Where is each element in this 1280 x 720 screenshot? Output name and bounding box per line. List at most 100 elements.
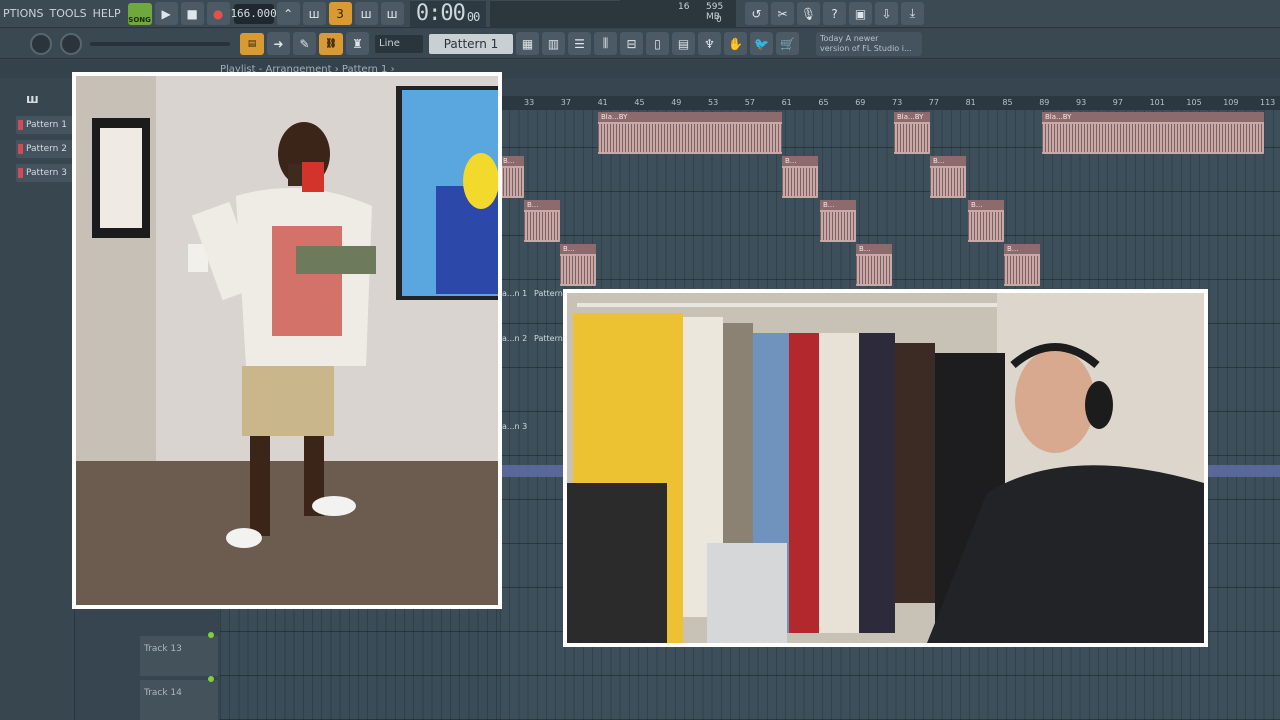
scissors-icon: ✂ <box>777 6 788 21</box>
audio-clip[interactable]: B... <box>782 156 818 198</box>
snap-mode-icon: ▤ <box>247 38 257 49</box>
countdown-button[interactable]: 3 <box>328 2 352 25</box>
track-14-led[interactable] <box>208 676 214 682</box>
stamp-icon: ♜ <box>352 36 363 51</box>
tempo-display[interactable]: 166.000 <box>230 3 277 24</box>
ruler-tick: 49 <box>671 98 682 107</box>
snap-mode-button[interactable]: ▤ <box>240 32 264 55</box>
audio-clip[interactable]: B... <box>930 156 966 198</box>
waveform <box>598 124 782 152</box>
pattern-item[interactable]: Pattern 1 <box>16 116 74 134</box>
piano-roll-button[interactable]: ▥ <box>542 32 565 55</box>
waveform <box>500 168 524 196</box>
pattern-item[interactable]: Pattern 2 <box>16 140 74 158</box>
countdown-icon: 3 <box>336 6 344 21</box>
menu-help[interactable]: HELP <box>90 7 124 20</box>
audio-clip[interactable]: B... <box>524 200 560 242</box>
news-panel[interactable]: Today A newer version of FL Studio i... <box>816 32 922 56</box>
lane-label: a...n 2 <box>502 334 528 343</box>
download-button[interactable]: ⤓ <box>901 2 924 25</box>
pattern-item[interactable]: Pattern 3 <box>16 164 74 182</box>
audio-clip[interactable]: Bla...BY <box>1042 112 1264 154</box>
plugin-icon: ▯ <box>654 36 661 51</box>
output-monitor <box>489 0 620 27</box>
audio-clip[interactable]: Bla...BY <box>894 112 930 154</box>
lane-label: Pattern <box>534 334 563 343</box>
pattern-selector[interactable]: Pattern 1 <box>429 33 513 54</box>
mixer-button[interactable]: ⫼ <box>594 32 617 55</box>
undo-button[interactable]: ↺ <box>745 2 768 25</box>
export-icon: ⇩ <box>881 6 892 21</box>
audio-clip[interactable]: B... <box>1004 244 1040 286</box>
time-display[interactable]: 0:00 00 <box>409 0 486 27</box>
link-tool-button[interactable]: ⛓ <box>319 32 343 55</box>
menu-tools[interactable]: TOOLS <box>46 7 89 20</box>
time-main: 0:00 <box>415 1 466 26</box>
record-button[interactable]: ● <box>206 2 230 25</box>
ruler-tick: 109 <box>1223 98 1239 107</box>
ruler-tick: 113 <box>1260 98 1276 107</box>
ruler-tick: 69 <box>855 98 866 107</box>
play-icon: ▶ <box>161 6 171 21</box>
metronome-icon: ⌃ <box>283 6 294 21</box>
waveform <box>820 212 856 240</box>
ruler-tick: 89 <box>1039 98 1050 107</box>
browser-button[interactable]: ⊟ <box>620 32 643 55</box>
wait-input-button[interactable]: ш <box>302 2 326 25</box>
metronome-button[interactable]: ⌃ <box>276 2 300 25</box>
save-button[interactable]: ▣ <box>849 2 872 25</box>
audio-clip[interactable]: Bla...BY <box>598 112 782 154</box>
download-icon: ⤓ <box>909 6 916 20</box>
audio-clip[interactable]: B... <box>500 156 524 198</box>
shop-button[interactable]: 🛒 <box>776 32 799 55</box>
channel-rack-button[interactable]: ☰ <box>568 32 591 55</box>
song-mode-button[interactable]: SONG <box>127 2 152 25</box>
audio-clip-label: Bla...BY <box>1042 112 1264 122</box>
artist-photo-image <box>76 76 498 605</box>
arrow-tool-button[interactable]: ➜ <box>267 32 290 55</box>
stop-button[interactable]: ■ <box>180 2 204 25</box>
brush-tool-button[interactable]: ✎ <box>293 32 316 55</box>
audio-clip[interactable]: B... <box>820 200 856 242</box>
link-icon: ⛓ <box>325 38 337 49</box>
waveform <box>930 168 966 196</box>
help-button[interactable]: ? <box>823 2 846 25</box>
audio-clip-label: B... <box>856 244 892 254</box>
master-slider[interactable] <box>90 41 230 46</box>
track-header-14[interactable]: Track 14 <box>140 680 218 720</box>
blend-notes-button[interactable]: ш <box>354 2 378 25</box>
plugin-picker-button[interactable]: ▯ <box>646 32 669 55</box>
audio-clip[interactable]: B... <box>968 200 1004 242</box>
touch-controller-button[interactable]: ✋ <box>724 32 747 55</box>
blend-icon: ш <box>360 6 372 21</box>
record-audio-button[interactable]: 🎙 <box>797 2 820 25</box>
piano-icon: ш <box>26 92 39 106</box>
cut-button[interactable]: ✂ <box>771 2 794 25</box>
lane-label: a...n 1 <box>502 289 528 298</box>
pets-button[interactable]: 🐦 <box>750 32 773 55</box>
project-button[interactable]: ▤ <box>672 32 695 55</box>
master-volume-knob[interactable] <box>30 32 52 55</box>
producer-photo-image <box>567 293 1204 643</box>
tempo-tapper-button[interactable]: ♆ <box>698 32 721 55</box>
lamp-icon: ♆ <box>704 36 715 51</box>
playlist-window-button[interactable]: ▦ <box>516 32 539 55</box>
loop-record-button[interactable]: ш <box>380 2 404 25</box>
touch-icon: ✋ <box>728 36 743 51</box>
audio-clip-label: B... <box>968 200 1004 210</box>
track-13-led[interactable] <box>208 632 214 638</box>
stamp-tool-button[interactable]: ♜ <box>346 32 369 55</box>
master-pitch-knob[interactable] <box>60 32 82 55</box>
waveform <box>894 124 930 152</box>
undo-icon: ↺ <box>751 6 762 21</box>
timeline-ruler[interactable]: 33 37 41 45 49 53 57 61 65 69 73 77 81 85 89 93 97 101 105… <box>500 96 1280 110</box>
audio-clip[interactable]: B... <box>560 244 596 286</box>
artist-photo <box>72 72 502 609</box>
audio-clip[interactable]: B... <box>856 244 892 286</box>
menu-options[interactable]: PTIONS <box>0 7 46 20</box>
snap-select[interactable]: Line <box>375 34 423 53</box>
play-button[interactable]: ▶ <box>154 2 178 25</box>
track-header-13[interactable]: Track 13 <box>140 636 218 676</box>
export-button[interactable]: ⇩ <box>875 2 898 25</box>
ruler-tick: 97 <box>1112 98 1123 107</box>
